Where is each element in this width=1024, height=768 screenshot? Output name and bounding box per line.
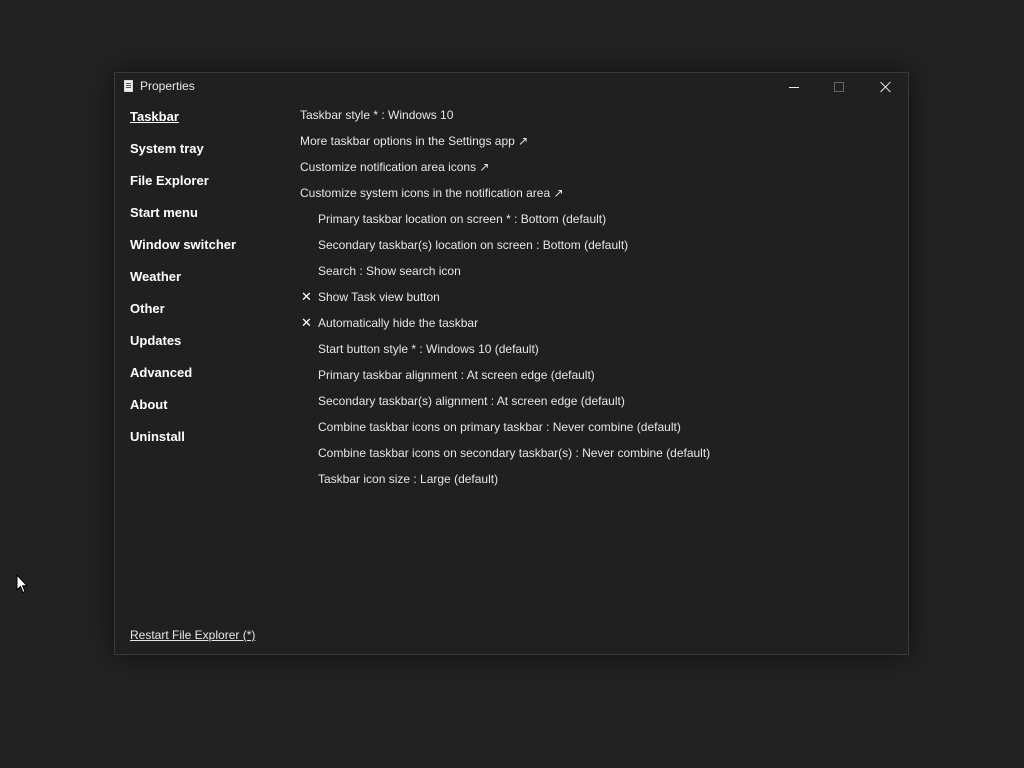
sidebar-item-weather[interactable]: Weather bbox=[130, 269, 236, 301]
properties-window: Properties Taskbar System tray File Expl… bbox=[114, 72, 909, 655]
setting-label: Start button style * : Windows 10 (defau… bbox=[318, 342, 539, 356]
settings-list: Taskbar style * : Windows 10 More taskba… bbox=[300, 107, 710, 497]
sidebar-item-label: Start menu bbox=[130, 205, 198, 220]
sidebar-item-label: System tray bbox=[130, 141, 204, 156]
close-icon bbox=[880, 81, 892, 93]
window-title: Properties bbox=[140, 79, 195, 93]
sidebar-item-about[interactable]: About bbox=[130, 397, 236, 429]
sidebar-item-taskbar[interactable]: Taskbar bbox=[130, 109, 236, 141]
properties-page-icon bbox=[124, 80, 133, 92]
setting-more-taskbar-options-link[interactable]: More taskbar options in the Settings app… bbox=[300, 133, 710, 159]
setting-primary-taskbar-location[interactable]: Primary taskbar location on screen * : B… bbox=[300, 211, 710, 237]
checkmark-icon: ✕ bbox=[301, 289, 312, 304]
setting-label: Combine taskbar icons on secondary taskb… bbox=[318, 446, 711, 460]
sidebar-item-label: File Explorer bbox=[130, 173, 209, 188]
maximize-icon bbox=[833, 82, 844, 93]
setting-notification-area-icons-link[interactable]: Customize notification area icons ↗ bbox=[300, 159, 710, 185]
sidebar-item-uninstall[interactable]: Uninstall bbox=[130, 429, 236, 461]
minimize-icon bbox=[788, 86, 799, 88]
maximize-button[interactable] bbox=[816, 73, 861, 101]
setting-label: Taskbar icon size : Large (default) bbox=[318, 472, 499, 486]
setting-label: Customize notification area icons ↗ bbox=[300, 160, 490, 174]
sidebar-item-window-switcher[interactable]: Window switcher bbox=[130, 237, 236, 269]
sidebar-item-updates[interactable]: Updates bbox=[130, 333, 236, 365]
setting-label: Show Task view button bbox=[318, 290, 440, 304]
setting-secondary-taskbar-location[interactable]: Secondary taskbar(s) location on screen … bbox=[300, 237, 710, 263]
mouse-cursor-icon bbox=[16, 574, 28, 594]
setting-label: Primary taskbar location on screen * : B… bbox=[318, 212, 607, 226]
setting-taskbar-style[interactable]: Taskbar style * : Windows 10 bbox=[300, 107, 710, 133]
close-button[interactable] bbox=[863, 73, 908, 101]
setting-system-icons-link[interactable]: Customize system icons in the notificati… bbox=[300, 185, 710, 211]
sidebar-item-system-tray[interactable]: System tray bbox=[130, 141, 236, 173]
sidebar-item-file-explorer[interactable]: File Explorer bbox=[130, 173, 236, 205]
setting-label: Automatically hide the taskbar bbox=[318, 316, 479, 330]
setting-taskbar-icon-size[interactable]: Taskbar icon size : Large (default) bbox=[300, 471, 710, 497]
sidebar-nav: Taskbar System tray File Explorer Start … bbox=[130, 109, 236, 461]
setting-label: Customize system icons in the notificati… bbox=[300, 186, 564, 200]
minimize-button[interactable] bbox=[771, 73, 816, 101]
setting-label: Taskbar style * : Windows 10 bbox=[300, 108, 454, 122]
sidebar-item-label: Other bbox=[130, 301, 165, 316]
sidebar-item-label: Taskbar bbox=[130, 109, 179, 124]
setting-secondary-taskbar-alignment[interactable]: Secondary taskbar(s) alignment : At scre… bbox=[300, 393, 710, 419]
setting-label: Combine taskbar icons on primary taskbar… bbox=[318, 420, 681, 434]
restart-file-explorer-link[interactable]: Restart File Explorer (*) bbox=[130, 628, 255, 642]
setting-combine-icons-secondary[interactable]: Combine taskbar icons on secondary taskb… bbox=[300, 445, 710, 471]
sidebar-item-label: Advanced bbox=[130, 365, 193, 380]
checkmark-icon: ✕ bbox=[301, 315, 312, 330]
setting-label: Secondary taskbar(s) location on screen … bbox=[318, 238, 629, 252]
sidebar-item-other[interactable]: Other bbox=[130, 301, 236, 333]
setting-show-task-view-button[interactable]: ✕ Show Task view button bbox=[300, 289, 710, 315]
sidebar-item-advanced[interactable]: Advanced bbox=[130, 365, 236, 397]
sidebar-item-label: Uninstall bbox=[130, 429, 185, 444]
sidebar-item-label: Updates bbox=[130, 333, 182, 348]
setting-auto-hide-taskbar[interactable]: ✕ Automatically hide the taskbar bbox=[300, 315, 710, 341]
setting-label: Search : Show search icon bbox=[318, 264, 461, 278]
setting-start-button-style[interactable]: Start button style * : Windows 10 (defau… bbox=[300, 341, 710, 367]
setting-label: Secondary taskbar(s) alignment : At scre… bbox=[318, 394, 625, 408]
sidebar-item-start-menu[interactable]: Start menu bbox=[130, 205, 236, 237]
setting-label: More taskbar options in the Settings app… bbox=[300, 134, 529, 148]
title-bar[interactable]: Properties bbox=[115, 73, 908, 101]
sidebar-item-label: Weather bbox=[130, 269, 182, 284]
sidebar-item-label: About bbox=[130, 397, 168, 412]
sidebar-item-label: Window switcher bbox=[130, 237, 237, 252]
setting-label: Primary taskbar alignment : At screen ed… bbox=[318, 368, 595, 382]
setting-combine-icons-primary[interactable]: Combine taskbar icons on primary taskbar… bbox=[300, 419, 710, 445]
setting-search[interactable]: Search : Show search icon bbox=[300, 263, 710, 289]
setting-primary-taskbar-alignment[interactable]: Primary taskbar alignment : At screen ed… bbox=[300, 367, 710, 393]
